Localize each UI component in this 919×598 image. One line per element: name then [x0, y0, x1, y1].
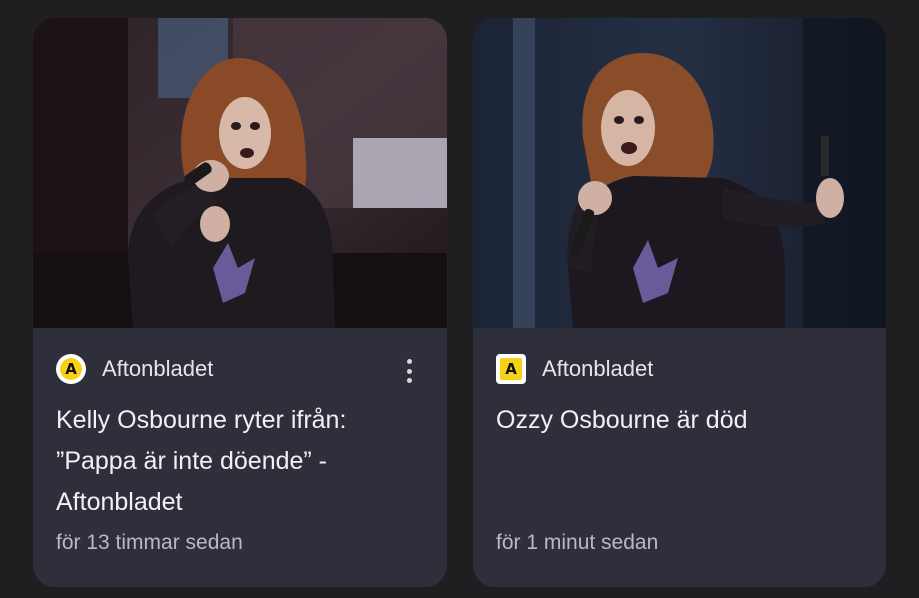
news-card-ozzy-osbourne[interactable]: A Aftonbladet Ozzy Osbourne är död för 1… — [473, 18, 886, 587]
article-thumbnail[interactable] — [33, 18, 447, 328]
article-timestamp: för 13 timmar sedan — [56, 531, 243, 554]
article-timestamp: för 1 minut sedan — [496, 531, 659, 554]
thumbnail-image-singer — [33, 18, 447, 328]
aftonbladet-logo-icon: A — [56, 354, 86, 384]
news-card-kelly-osbourne[interactable]: A Aftonbladet Kelly Osbourne ryter ifrån… — [33, 18, 447, 587]
source-row: A Aftonbladet — [496, 352, 653, 386]
thumbnail-image-singer — [473, 18, 886, 328]
aftonbladet-logo-icon: A — [496, 354, 526, 384]
article-headline[interactable]: Kelly Osbourne ryter ifrån: ”Pappa är in… — [56, 400, 419, 523]
source-row: A Aftonbladet — [56, 352, 213, 386]
more-vert-icon[interactable] — [405, 359, 413, 383]
source-name: Aftonbladet — [542, 356, 654, 381]
article-thumbnail[interactable] — [473, 18, 886, 328]
source-name: Aftonbladet — [102, 356, 214, 381]
article-headline[interactable]: Ozzy Osbourne är död — [496, 400, 858, 441]
news-feed: A Aftonbladet Kelly Osbourne ryter ifrån… — [0, 0, 919, 598]
